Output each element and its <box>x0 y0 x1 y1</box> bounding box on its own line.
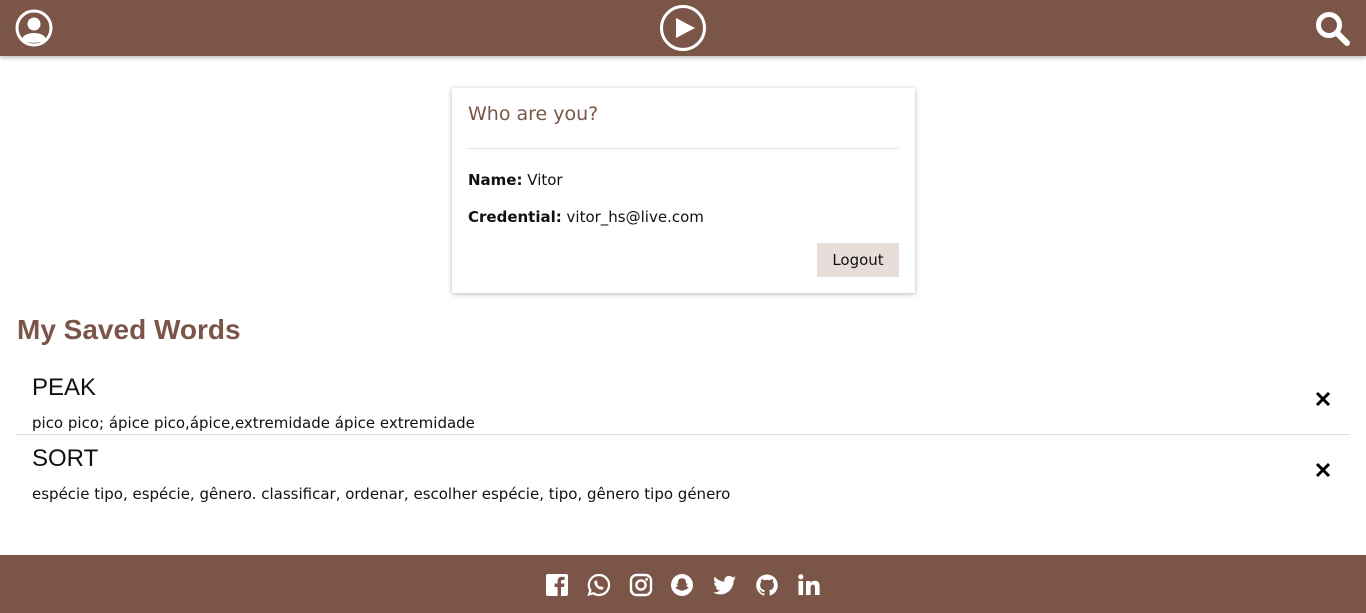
top-navigation-bar <box>0 0 1366 56</box>
divider <box>468 148 899 149</box>
close-icon[interactable] <box>1312 459 1334 481</box>
name-value: Vitor <box>527 171 563 189</box>
name-row: Name: Vitor <box>468 171 563 189</box>
word-term: PEAK <box>32 374 97 401</box>
credential-value: vitor_hs@live.com <box>566 208 704 226</box>
word-term: SORT <box>32 445 99 472</box>
list-item: PEAK pico pico; ápice pico,ápice,extremi… <box>16 370 1350 435</box>
user-circle-icon[interactable] <box>14 8 54 48</box>
word-meaning: espécie tipo, espécie, gênero. classific… <box>32 485 731 503</box>
credential-row: Credential: vitor_hs@live.com <box>468 208 704 226</box>
play-circle-icon[interactable] <box>659 4 707 52</box>
whatsapp-icon[interactable] <box>587 573 611 597</box>
linkedin-icon[interactable] <box>797 573 821 597</box>
search-icon[interactable] <box>1314 10 1352 48</box>
word-meaning: pico pico; ápice pico,ápice,extremidade … <box>32 414 475 432</box>
facebook-icon[interactable] <box>545 573 569 597</box>
credential-label: Credential: <box>468 208 562 226</box>
footer <box>0 555 1366 613</box>
close-icon[interactable] <box>1312 388 1334 410</box>
twitter-icon[interactable] <box>713 573 737 597</box>
profile-card-title: Who are you? <box>468 103 599 125</box>
name-label: Name: <box>468 171 523 189</box>
github-icon[interactable] <box>755 573 779 597</box>
profile-card: Who are you? Name: Vitor Credential: vit… <box>452 88 915 293</box>
instagram-icon[interactable] <box>629 573 653 597</box>
saved-words-title: My Saved Words <box>17 314 241 345</box>
list-item: SORT espécie tipo, espécie, gênero. clas… <box>16 441 1350 507</box>
snapchat-icon[interactable] <box>670 573 694 597</box>
logout-button[interactable]: Logout <box>817 243 899 277</box>
